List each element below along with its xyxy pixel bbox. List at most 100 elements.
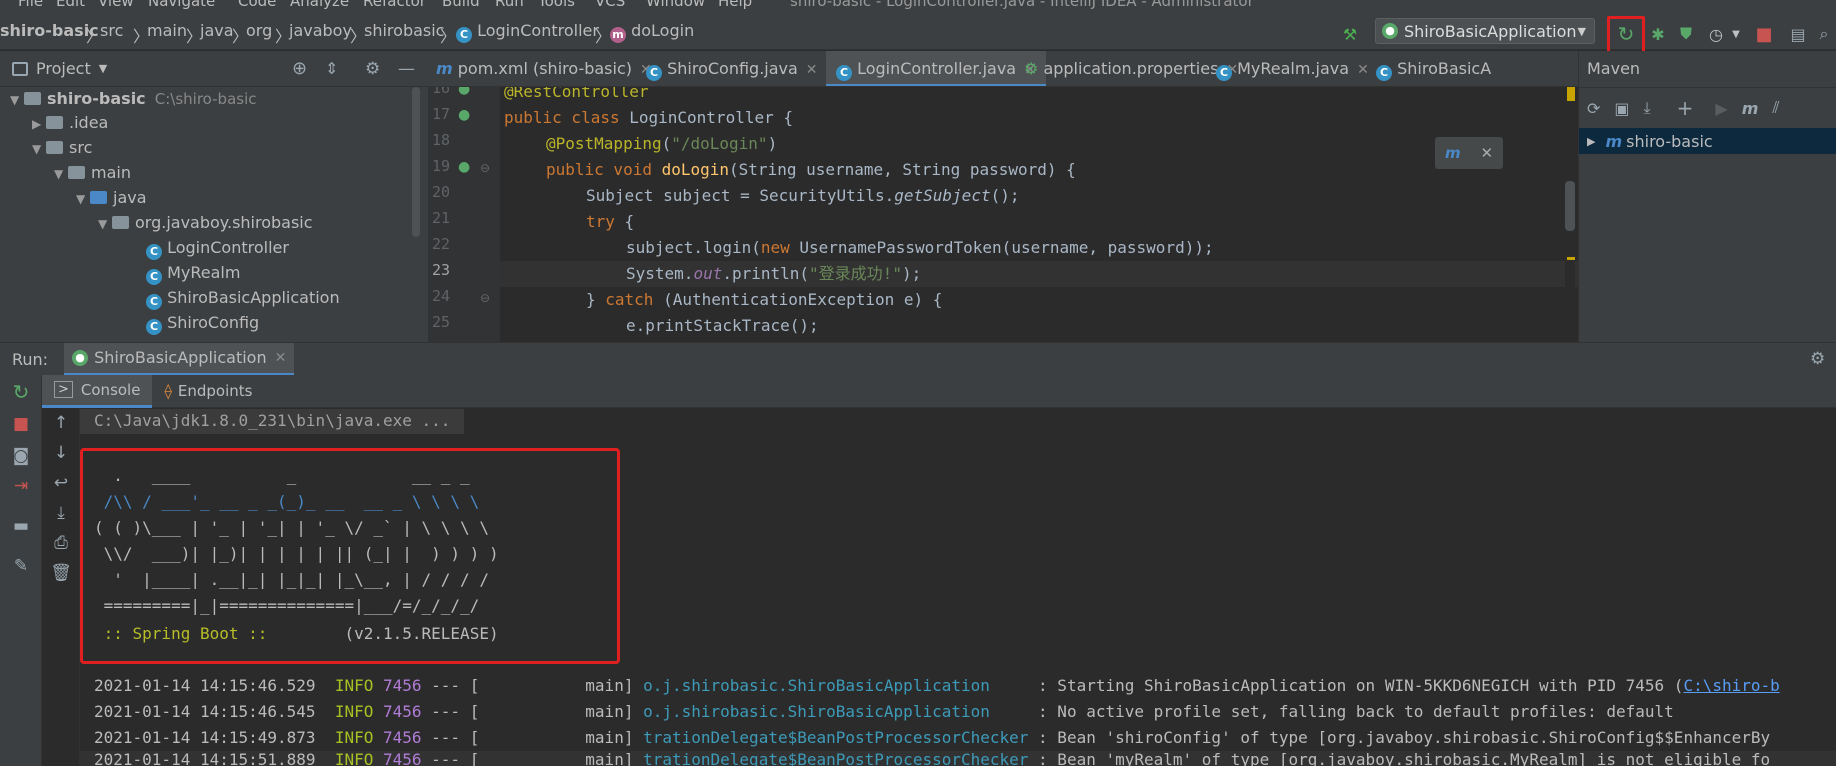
tree-item-shiroconfig[interactable]: C ShiroConfig bbox=[146, 311, 259, 335]
menu-window[interactable]: Window bbox=[646, 0, 705, 10]
endpoints-icon: ⟠ bbox=[164, 382, 172, 400]
chevron-down-icon[interactable]: ▼ bbox=[1726, 24, 1746, 44]
toggle-offline-icon[interactable]: ⫽ bbox=[1772, 98, 1779, 118]
stop-icon[interactable]: ■ bbox=[1754, 24, 1774, 45]
tree-item-myrealm[interactable]: C MyRealm bbox=[146, 261, 240, 285]
download-icon[interactable]: ⤓ bbox=[1644, 98, 1651, 118]
breadcrumb-java[interactable]: java bbox=[200, 21, 234, 40]
tree-item-java[interactable]: ▼ java bbox=[76, 186, 147, 210]
pin-icon[interactable]: ✎ bbox=[10, 555, 32, 577]
log-link[interactable]: C:\shiro-b bbox=[1683, 676, 1779, 695]
collapse-all-icon[interactable]: ⇕ bbox=[325, 59, 338, 78]
menu-analyze[interactable]: Analyze bbox=[290, 0, 349, 10]
tree-item-src[interactable]: ▼ src bbox=[32, 136, 92, 160]
tab-logincontroller[interactable]: C LoginController.java ✕ bbox=[826, 51, 1046, 86]
tree-item-shirobasicapplication[interactable]: C ShiroBasicApplication bbox=[146, 286, 340, 310]
add-icon[interactable]: + bbox=[1677, 96, 1694, 120]
close-icon[interactable]: ✕ bbox=[275, 350, 287, 366]
layout-icon[interactable]: ▬ bbox=[10, 515, 32, 537]
chevron-down-icon[interactable]: ▼ bbox=[99, 62, 107, 75]
menu-vcs[interactable]: VCS bbox=[595, 0, 625, 10]
trash-icon[interactable]: 🗑 bbox=[50, 562, 72, 584]
reload-icon[interactable]: ⟳ bbox=[1587, 99, 1600, 118]
project-scrollbar[interactable] bbox=[412, 87, 420, 237]
project-view-select[interactable]: Project bbox=[36, 59, 91, 78]
warning-marker[interactable] bbox=[1567, 257, 1575, 260]
scroll-to-end-icon[interactable]: ⤓ bbox=[50, 502, 72, 524]
breadcrumb-src[interactable]: src bbox=[100, 21, 123, 40]
breadcrumb-project[interactable]: shiro-basic bbox=[0, 21, 99, 40]
menu-run[interactable]: Run bbox=[495, 0, 524, 10]
camera-icon[interactable]: ◙ bbox=[10, 445, 32, 467]
maven-project-item[interactable]: ▶ m shiro-basic bbox=[1579, 128, 1836, 154]
code-editor[interactable]: @RestController public class LoginContro… bbox=[500, 87, 1578, 342]
menu-refactor[interactable]: Refactor bbox=[363, 0, 426, 10]
editor-scrollbar[interactable] bbox=[1565, 87, 1575, 342]
log-line-partial: 2021-01-14 14:15:51.889 INFO 7456 --- [ … bbox=[80, 751, 1836, 766]
maven-icon[interactable]: m bbox=[1445, 144, 1461, 162]
menu-file[interactable]: File bbox=[18, 0, 43, 10]
tab-shiroconfig[interactable]: C ShiroConfig.java ✕ bbox=[646, 51, 818, 86]
debug-icon[interactable]: ✱ bbox=[1648, 24, 1668, 44]
generate-sources-icon[interactable]: ▣ bbox=[1614, 99, 1629, 118]
arrow-down-icon[interactable]: ↓ bbox=[50, 442, 72, 464]
menu-tools[interactable]: Tools bbox=[538, 0, 575, 10]
fold-icon[interactable]: ⊖ bbox=[480, 291, 490, 305]
breadcrumb-org[interactable]: org bbox=[246, 21, 272, 40]
tree-item-package[interactable]: ▼ org.javaboy.shirobasic bbox=[98, 211, 313, 235]
tab-console[interactable]: > Console bbox=[42, 374, 153, 408]
run-configuration-select[interactable]: ● ShiroBasicApplication ▼ bbox=[1375, 18, 1595, 44]
spring-bean-icon[interactable]: ● bbox=[458, 107, 470, 123]
menu-edit[interactable]: Edit bbox=[56, 0, 85, 10]
scroll-thumb[interactable] bbox=[1565, 181, 1575, 231]
tree-item-idea[interactable]: ▶ .idea bbox=[32, 111, 108, 135]
warning-marker[interactable] bbox=[1567, 87, 1575, 101]
close-icon[interactable]: ✕ bbox=[806, 62, 818, 78]
project-panel-header: Project ▼ ⊕ ⇕ ⚙ — bbox=[0, 51, 428, 87]
run-icon[interactable]: ▶ bbox=[1715, 99, 1727, 118]
breadcrumb-shirobasic[interactable]: shirobasic bbox=[364, 21, 444, 40]
tab-endpoints[interactable]: ⟠ Endpoints bbox=[152, 375, 264, 408]
maven-reload-popup[interactable]: m ✕ bbox=[1435, 137, 1503, 169]
menu-view[interactable]: View bbox=[98, 0, 134, 10]
tab-pom-xml[interactable]: m pom.xml (shiro-basic)✕ bbox=[436, 51, 652, 86]
fold-icon[interactable]: ⊖ bbox=[480, 161, 490, 175]
close-icon[interactable]: ✕ bbox=[1357, 62, 1369, 78]
build-hammer-icon[interactable]: ⚒ bbox=[1340, 24, 1360, 44]
gear-icon[interactable]: ⚙ bbox=[1810, 349, 1825, 369]
arrow-up-icon[interactable]: ↑ bbox=[50, 412, 72, 434]
search-everywhere-icon[interactable]: ⌕ bbox=[1814, 24, 1834, 44]
rerun-icon[interactable]: ↻ bbox=[10, 380, 32, 404]
menu-navigate[interactable]: Navigate bbox=[148, 0, 215, 10]
profiler-icon[interactable]: ◷ bbox=[1706, 24, 1726, 44]
run-tab[interactable]: ● ShiroBasicApplication ✕ bbox=[64, 342, 295, 376]
menu-help[interactable]: Help bbox=[718, 0, 752, 10]
hide-panel-icon[interactable]: — bbox=[398, 59, 415, 79]
request-mapping-icon[interactable]: ● bbox=[458, 159, 470, 175]
breadcrumb-javaboy[interactable]: javaboy bbox=[289, 21, 352, 40]
breadcrumb-class[interactable]: C LoginController bbox=[456, 21, 599, 43]
tab-myrealm[interactable]: C MyRealm.java ✕ bbox=[1216, 51, 1369, 86]
tab-shirobasicapplication[interactable]: C ShiroBasicA bbox=[1376, 51, 1491, 86]
spring-bean-icon[interactable]: ● bbox=[458, 87, 470, 97]
tree-item-root[interactable]: ▼ shiro-basic C:\shiro-basic bbox=[10, 87, 256, 111]
tab-application-properties[interactable]: ⚙ application.properties ✕ bbox=[1024, 51, 1238, 86]
menu-code[interactable]: Code bbox=[238, 0, 276, 10]
stop-icon[interactable]: ■ bbox=[10, 413, 32, 435]
spring-boot-icon: ● bbox=[1382, 23, 1398, 39]
coverage-icon[interactable]: ⛊ bbox=[1676, 24, 1696, 44]
gear-icon[interactable]: ⚙ bbox=[365, 59, 380, 79]
menu-build[interactable]: Build bbox=[442, 0, 480, 10]
exit-icon[interactable]: ⇥ bbox=[10, 475, 32, 497]
project-tree: ▼ shiro-basic C:\shiro-basic ▶ .idea ▼ src … bbox=[0, 87, 428, 342]
soft-wrap-icon[interactable]: ↩ bbox=[50, 472, 72, 494]
locate-icon[interactable]: ⊕ bbox=[292, 58, 307, 79]
maven-goal-icon[interactable]: m bbox=[1742, 99, 1759, 118]
close-icon[interactable]: ✕ bbox=[1480, 144, 1493, 162]
project-structure-icon[interactable]: ▤ bbox=[1788, 24, 1808, 44]
tree-item-logincontroller[interactable]: C LoginController bbox=[146, 236, 289, 260]
tree-item-main[interactable]: ▼ main bbox=[54, 161, 131, 185]
print-icon[interactable]: ⎙ bbox=[50, 532, 72, 554]
breadcrumb-method[interactable]: m doLogin bbox=[610, 21, 694, 43]
breadcrumb-main[interactable]: main bbox=[147, 21, 187, 40]
